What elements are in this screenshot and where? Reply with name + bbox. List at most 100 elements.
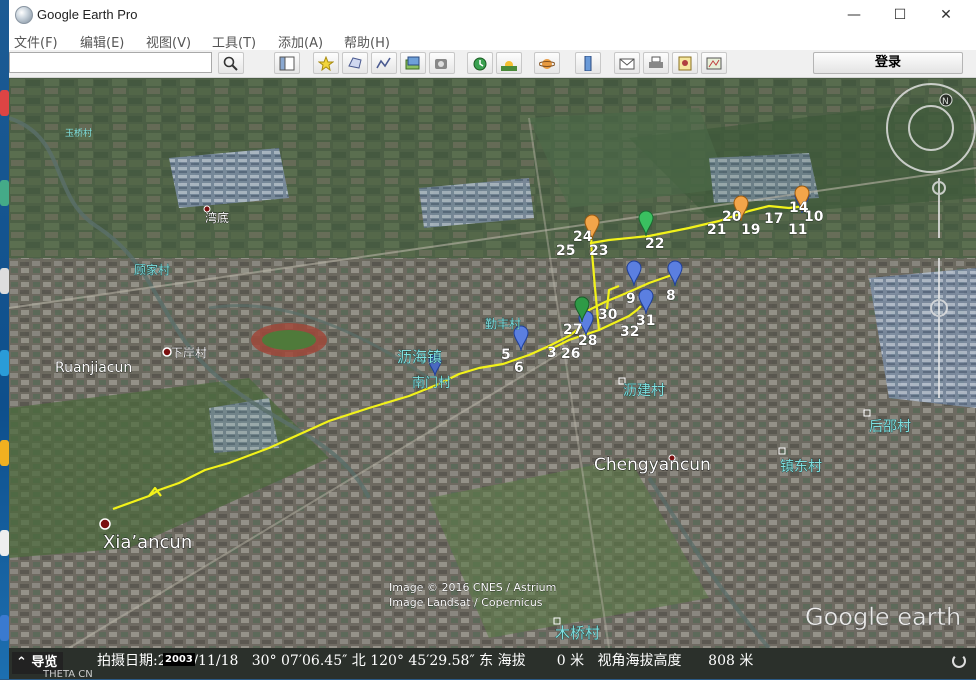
desktop-strip: [0, 0, 9, 679]
route-point-label: 19: [741, 222, 760, 238]
route-point-label: 24: [573, 229, 593, 245]
sidebar-button[interactable]: [274, 52, 300, 74]
print-icon: [649, 56, 663, 68]
ruler-icon: [584, 56, 592, 71]
place-label-lijiancun: 沥建村: [623, 383, 665, 399]
placemark-icon: [318, 56, 334, 71]
place-label-nanmencun: 南门村: [412, 375, 451, 391]
place-label-lihaizhen: 沥海镇: [397, 348, 442, 366]
email-icon: [619, 58, 635, 70]
add-polygon-button[interactable]: [342, 52, 368, 74]
route-point-label: 8: [666, 288, 676, 304]
route-point-label: 5: [501, 347, 511, 363]
google-earth-watermark: Google earth: [805, 603, 961, 631]
menu-file[interactable]: 文件(F): [14, 32, 58, 51]
route-point-label: 28: [578, 333, 597, 349]
route-point-label: 30: [598, 307, 618, 323]
place-label-ruanjiacun: Ruanjiacun: [55, 360, 132, 376]
place-label-topleft: 玉桥村: [65, 127, 92, 139]
add-overlay-button[interactable]: [400, 52, 426, 74]
search-input[interactable]: [9, 52, 212, 73]
record-tour-button[interactable]: [429, 52, 455, 74]
save-image-icon: [678, 56, 692, 71]
place-label-xiaancun: Xia’ancun: [103, 532, 192, 553]
place-label-muqiaocun: 木桥村: [555, 624, 600, 642]
route-point-label: 11: [788, 222, 807, 238]
desktop-icon[interactable]: [0, 90, 9, 116]
search-icon: [223, 56, 238, 71]
menu-help[interactable]: 帮助(H): [344, 32, 390, 51]
polygon-icon: [348, 57, 362, 69]
route-point-label: 14: [789, 200, 809, 216]
place-marker-xiaancun-cn[interactable]: [162, 347, 172, 357]
print-button[interactable]: [643, 52, 669, 74]
add-path-button[interactable]: [371, 52, 397, 74]
place-label-chengyancun: Chengyancun: [594, 455, 711, 475]
overlay-icon: [405, 56, 420, 70]
desktop-icon[interactable]: [0, 615, 9, 641]
sunlight-button[interactable]: [496, 52, 522, 74]
sunlight-icon: [501, 61, 517, 71]
title-bar: Google Earth Pro — ☐ ✕: [9, 0, 976, 30]
loading-spinner-icon: [952, 654, 966, 668]
place-label-zhendongcun: 镇东村: [780, 459, 822, 475]
menu-bar: 文件(F) 编辑(E) 视图(V) 工具(T) 添加(A) 帮助(H): [9, 30, 976, 51]
google-earth-window: Google Earth Pro — ☐ ✕ 文件(F) 编辑(E) 视图(V)…: [9, 0, 976, 680]
menu-view[interactable]: 视图(V): [146, 32, 191, 51]
menu-edit[interactable]: 编辑(E): [80, 32, 124, 51]
planets-button[interactable]: [534, 52, 560, 74]
route-point-label: 25: [556, 243, 575, 259]
map-viewport[interactable]: 3 5 6 8 9 10 11 14 17 19 20 21 22 23 24 …: [9, 78, 976, 648]
desktop-icon[interactable]: [0, 180, 9, 206]
window-title: Google Earth Pro: [37, 7, 138, 22]
menu-tools[interactable]: 工具(T): [212, 32, 256, 51]
save-image-button[interactable]: [672, 52, 698, 74]
ruler-button[interactable]: [575, 52, 601, 74]
search-button[interactable]: [218, 52, 244, 74]
route-point-label: 32: [620, 324, 639, 340]
desktop-icon[interactable]: [0, 440, 9, 466]
route-point-label: 17: [764, 211, 783, 227]
planets-icon: [539, 59, 555, 69]
email-button[interactable]: [614, 52, 640, 74]
tour-icon: [435, 59, 447, 69]
place-marker-xiaancun[interactable]: [99, 518, 111, 530]
desktop-icon[interactable]: [0, 530, 9, 556]
place-label-wandi: 湾底: [205, 210, 229, 225]
place-label-qinfengcun: 勤丰村: [485, 317, 521, 331]
route-point-label: 23: [589, 243, 608, 259]
menu-add[interactable]: 添加(A): [278, 32, 323, 51]
copyright-line: Image © 2016 CNES / Astrium: [389, 581, 556, 594]
route-point-label: 6: [514, 360, 524, 376]
route-point-label: 21: [707, 222, 726, 238]
maps-icon: [706, 57, 722, 70]
route-point-label: 9: [626, 291, 636, 307]
imagery-year-badge: 2003: [163, 653, 195, 666]
minimize-button[interactable]: —: [831, 4, 877, 26]
view-in-maps-button[interactable]: [701, 52, 727, 74]
copyright-line: Image Landsat / Copernicus: [389, 596, 543, 609]
login-button[interactable]: 登录: [813, 52, 963, 74]
route-point-label: 22: [645, 236, 664, 252]
place-label-xiaancun-cn: 下岸村: [171, 346, 207, 360]
tour-guide-label: 导览: [31, 655, 58, 670]
toolbar: 登录: [9, 50, 976, 78]
historical-imagery-button[interactable]: [467, 52, 493, 74]
theta-label: THETA CN: [43, 669, 93, 680]
desktop-icon[interactable]: [0, 268, 9, 294]
place-label-houshaocun: 后邵村: [869, 419, 911, 435]
google-earth-logo-icon: [15, 6, 33, 24]
chevron-up-icon: ⌃: [16, 655, 32, 670]
status-coordinates: 拍摄日期:2016/11/18 30° 07′06.45″ 北 120° 45′…: [97, 653, 754, 669]
sidebar-icon: [279, 56, 295, 71]
route-point-label: 3: [547, 345, 557, 361]
north-icon: N: [942, 97, 949, 107]
path-icon: [376, 57, 391, 69]
historical-imagery-icon: [473, 57, 487, 71]
place-label-mujiacun: 顾家村: [134, 262, 170, 277]
close-button[interactable]: ✕: [923, 4, 969, 26]
desktop-icon[interactable]: [0, 350, 9, 376]
status-bar: ⌃ 导览 拍摄日期:2016/11/18 30° 07′06.45″ 北 120…: [9, 648, 976, 680]
add-placemark-button[interactable]: [313, 52, 339, 74]
maximize-button[interactable]: ☐: [877, 4, 923, 26]
